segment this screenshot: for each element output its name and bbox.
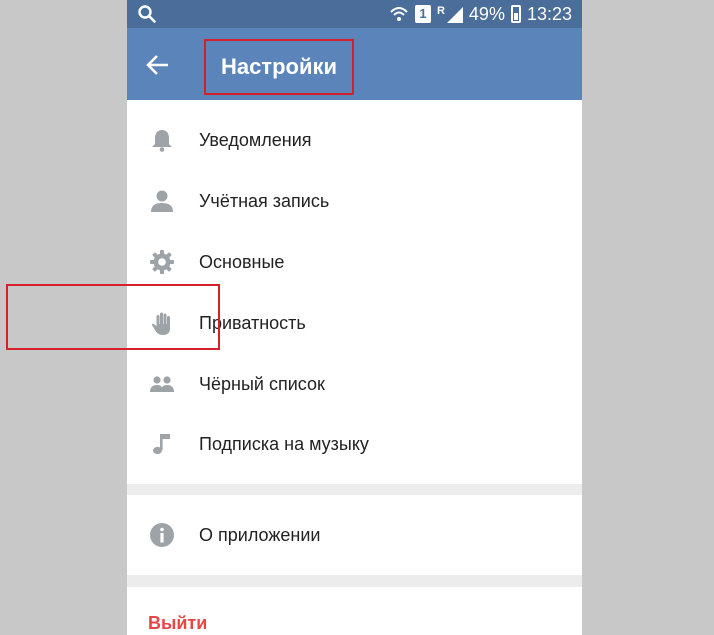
- menu-item-account[interactable]: Учётная запись: [127, 171, 582, 231]
- menu-item-label: Уведомления: [199, 130, 312, 150]
- bell-icon: [152, 130, 172, 152]
- status-time: 13:23: [526, 3, 572, 24]
- settings-list: Уведомления Учётная запись Основные Прив…: [127, 100, 582, 484]
- menu-item-label: Подписка на музыку: [199, 434, 369, 454]
- hand-icon: [151, 312, 170, 335]
- people-icon: [150, 376, 174, 392]
- info-icon: [150, 523, 174, 547]
- menu-item-privacy[interactable]: Приватность: [127, 293, 582, 353]
- menu-item-notifications[interactable]: Уведомления: [127, 110, 582, 170]
- menu-item-music-subscription[interactable]: Подписка на музыку: [127, 414, 582, 474]
- menu-item-about[interactable]: О приложении: [127, 505, 582, 565]
- menu-item-label: Приватность: [199, 313, 306, 333]
- battery-icon: [510, 5, 521, 23]
- logout-section: Выйти: [127, 587, 582, 635]
- sim-icon: 1: [414, 5, 431, 23]
- phone-screen: 1 R 49% 13:23 Настройки Уведомления Учёт…: [127, 0, 582, 635]
- logout-button[interactable]: Выйти: [148, 587, 207, 635]
- menu-item-blacklist[interactable]: Чёрный список: [127, 354, 582, 414]
- status-bar: 1 R 49% 13:23: [127, 0, 582, 28]
- music-note-icon: [153, 434, 170, 455]
- person-icon: [151, 190, 173, 212]
- about-section: О приложении: [127, 495, 582, 575]
- app-header: Настройки: [127, 28, 582, 100]
- roaming-indicator: R: [436, 5, 445, 17]
- page-title: Настройки: [220, 54, 338, 79]
- menu-item-label: Чёрный список: [199, 374, 325, 394]
- menu-item-label: О приложении: [199, 525, 321, 545]
- wifi-icon: [390, 7, 408, 21]
- title-highlight-box: Настройки: [204, 39, 354, 95]
- menu-item-general[interactable]: Основные: [127, 232, 582, 292]
- battery-percent: 49%: [468, 3, 505, 24]
- back-arrow-icon[interactable]: [145, 52, 171, 78]
- signal-icon: [446, 7, 463, 23]
- menu-item-label: Основные: [199, 252, 285, 272]
- menu-item-label: Учётная запись: [199, 191, 330, 211]
- search-icon: [138, 5, 156, 23]
- gear-icon: [150, 250, 174, 274]
